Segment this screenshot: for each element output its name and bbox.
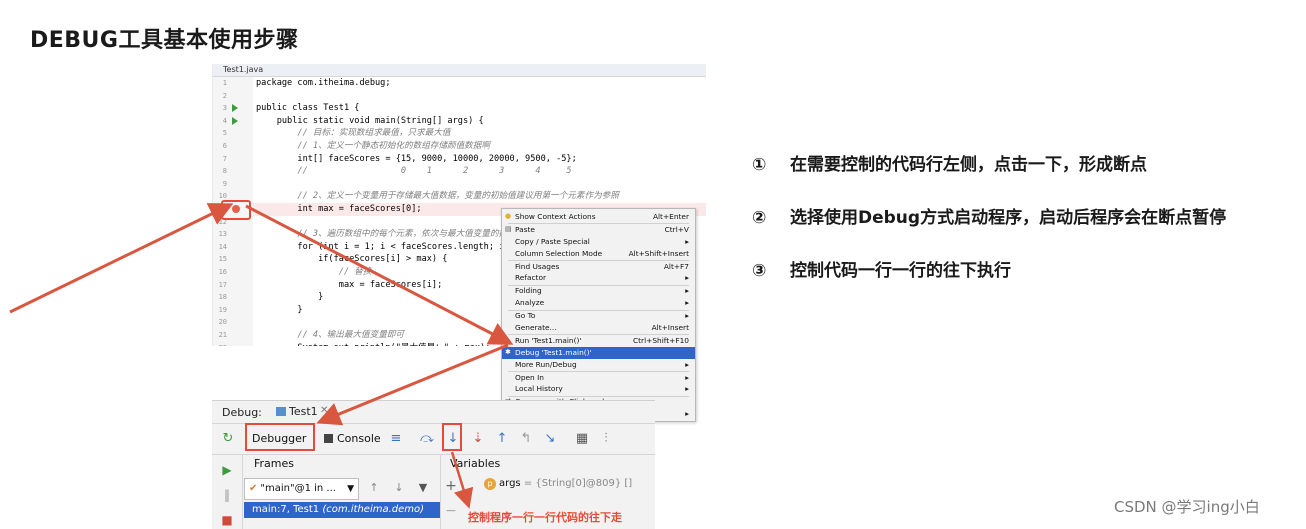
annotation-arrows — [9, 203, 514, 509]
arrow-to-annotation — [450, 451, 474, 509]
arrow-to-breakpoint — [9, 203, 234, 314]
arrow-to-debugger-tab — [316, 343, 509, 426]
arrow-to-debug-menu — [245, 204, 514, 345]
